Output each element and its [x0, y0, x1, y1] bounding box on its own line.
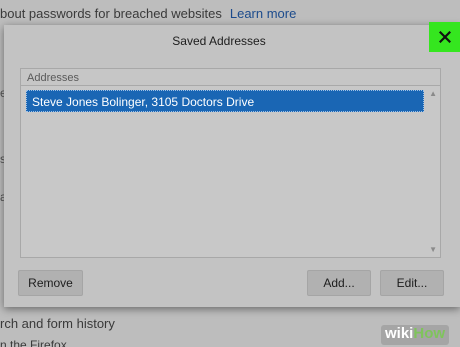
breach-alert-text: bout passwords for breached websites Lear… [0, 6, 296, 21]
addresses-list[interactable]: Addresses Steve Jones Bolinger, 3105 Doc… [20, 68, 441, 258]
address-row[interactable]: Steve Jones Bolinger, 3105 Doctors Drive [26, 90, 424, 112]
close-icon [439, 31, 451, 43]
background-footer-text: n the Firefox ... [0, 338, 81, 347]
list-header: Addresses [21, 69, 440, 86]
watermark-wiki: wiki [385, 325, 414, 342]
wikihow-watermark: wikiHow [381, 325, 450, 345]
scroll-down-icon[interactable]: ▼ [429, 245, 437, 254]
form-history-text: rch and form history [0, 316, 115, 331]
scroll-up-icon[interactable]: ▲ [429, 89, 437, 98]
close-button[interactable] [429, 22, 460, 52]
learn-more-link[interactable]: Learn more [230, 6, 296, 21]
watermark-how: How [413, 325, 446, 342]
edit-button[interactable]: Edit... [380, 270, 444, 296]
remove-button[interactable]: Remove [18, 270, 83, 296]
breach-alert-label: bout passwords for breached websites [0, 6, 222, 21]
dialog-title: Saved Addresses [172, 34, 266, 48]
saved-addresses-dialog: Saved Addresses Addresses Steve Jones Bo… [4, 22, 460, 307]
add-button[interactable]: Add... [307, 270, 371, 296]
